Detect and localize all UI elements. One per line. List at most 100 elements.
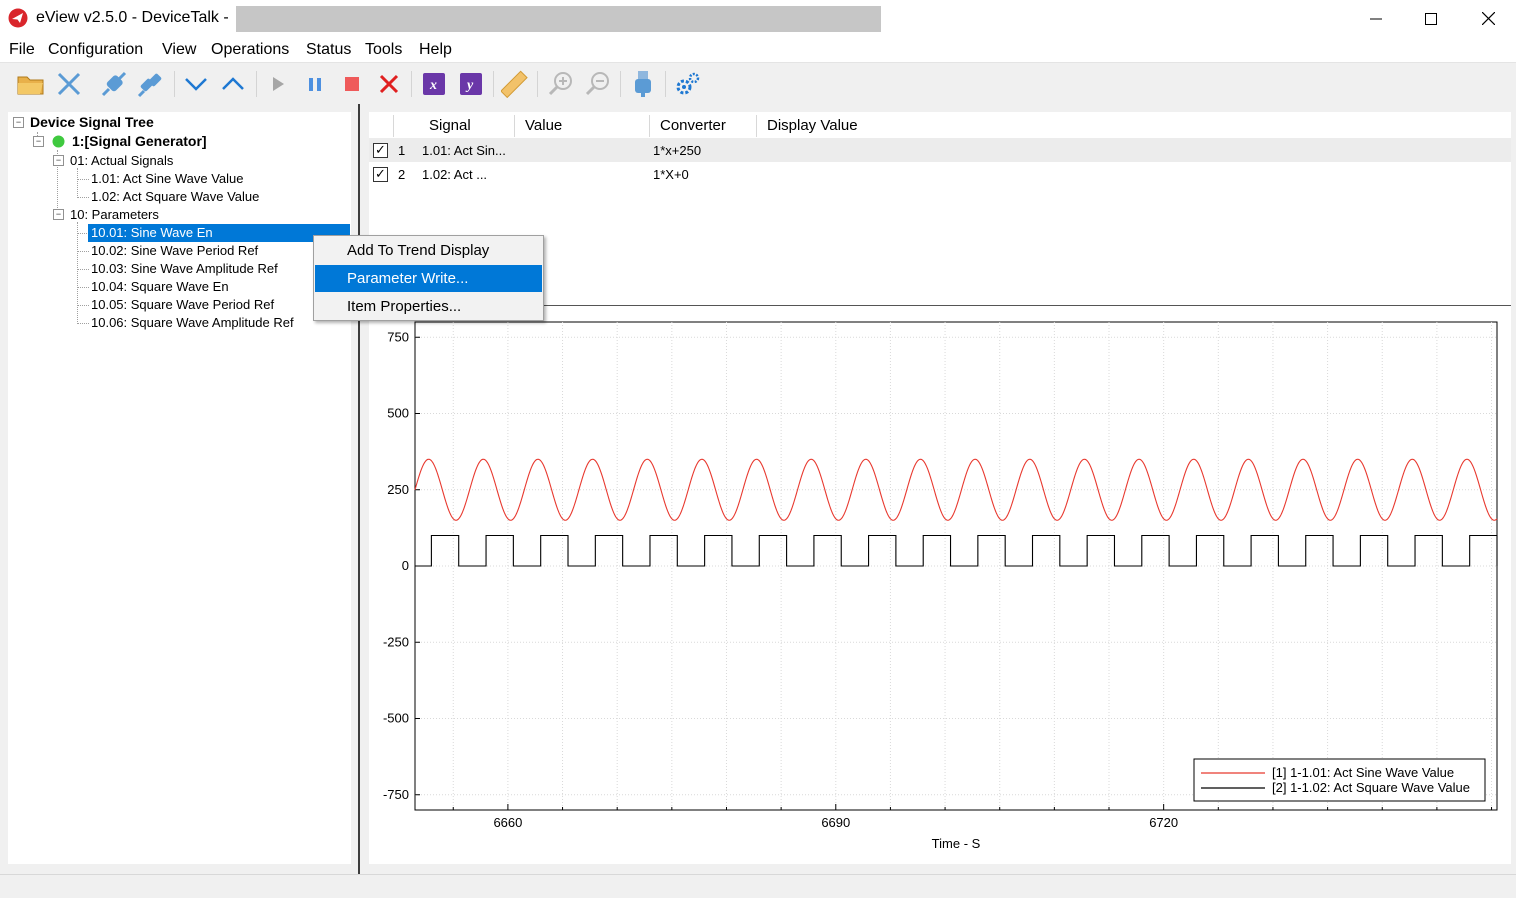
tree-group-parameters[interactable]: 10: Parameters: [70, 207, 159, 222]
x-tick-label: 6660: [493, 815, 522, 830]
row-checkbox[interactable]: ✓: [373, 143, 388, 158]
tree-guide: [77, 305, 89, 306]
table-row[interactable]: ✓ 1 1.01: Act Sin... 1*x+250: [369, 138, 1511, 162]
maximize-button[interactable]: [1403, 0, 1459, 37]
zoom-out-icon: [585, 72, 609, 96]
menu-view[interactable]: View: [162, 41, 196, 59]
legend-entry: [2] 1-1.02: Act Square Wave Value: [1272, 780, 1470, 795]
close-button[interactable]: [1460, 0, 1516, 37]
tree-device-label[interactable]: 1:[Signal Generator]: [72, 133, 207, 149]
tree-item-10-04[interactable]: 10.04: Square Wave En: [91, 279, 229, 294]
disconnect-button[interactable]: [54, 69, 84, 99]
column-display-value[interactable]: Display Value: [767, 115, 858, 137]
column-value[interactable]: Value: [525, 115, 562, 137]
play-icon: [273, 77, 284, 91]
stop-button[interactable]: [337, 69, 367, 99]
pause-button[interactable]: [300, 69, 330, 99]
zoom-in-button[interactable]: [546, 69, 576, 99]
settings-button[interactable]: [673, 69, 703, 99]
x-axis-button[interactable]: x: [419, 69, 449, 99]
toolbar-separator: [620, 71, 621, 97]
menu-bar: File Configuration View Operations Statu…: [0, 37, 1516, 63]
ruler-button[interactable]: [500, 69, 530, 99]
menu-tools[interactable]: Tools: [365, 41, 402, 59]
tree-item-10-03[interactable]: 10.03: Sine Wave Amplitude Ref: [91, 261, 278, 276]
usb-button[interactable]: [628, 69, 658, 99]
row-signal: 1.02: Act ...: [422, 167, 488, 182]
menu-item-properties[interactable]: Item Properties...: [315, 293, 542, 320]
tree-item-10-02[interactable]: 10.02: Sine Wave Period Ref: [91, 243, 258, 258]
tree-expander[interactable]: −: [33, 136, 44, 147]
panel-splitter[interactable]: [358, 104, 360, 874]
tree-item-10-01[interactable]: 10.01: Sine Wave En: [88, 224, 350, 242]
y-tick-label: 0: [402, 558, 409, 573]
tree-expander[interactable]: −: [13, 117, 24, 128]
y-axis: 750 500 250 0 -250 -500 -750: [383, 329, 420, 802]
trend-panel: Signal Value Converter Display Value ✓ 1…: [369, 112, 1511, 864]
svg-text:x: x: [429, 78, 437, 93]
tree-guide: [77, 197, 89, 198]
minimize-icon: [1370, 18, 1382, 19]
pause-icon: [309, 78, 321, 91]
trend-chart[interactable]: 750 500 250 0 -250 -500 -750 6660 6690 6720 Time…: [369, 307, 1511, 862]
tree-item-10-05[interactable]: 10.05: Square Wave Period Ref: [91, 297, 274, 312]
table-row[interactable]: ✓ 2 1.02: Act ... 1*X+0: [369, 162, 1511, 186]
tree-guide: [77, 179, 89, 180]
y-tick-label: 250: [387, 482, 409, 497]
toolbar-separator: [174, 71, 175, 97]
menu-parameter-write[interactable]: Parameter Write...: [315, 265, 542, 292]
menu-status[interactable]: Status: [306, 41, 351, 59]
open-button[interactable]: [16, 69, 46, 99]
y-tick-label: -750: [383, 787, 409, 802]
column-converter[interactable]: Converter: [660, 115, 726, 137]
zoom-in-icon: [548, 72, 572, 96]
y-tick-label: 500: [387, 406, 409, 421]
menu-configuration[interactable]: Configuration: [48, 41, 143, 59]
menu-file[interactable]: File: [9, 41, 35, 59]
tree-guide: [77, 222, 78, 324]
y-axis-button[interactable]: y: [456, 69, 486, 99]
y-tick-label: 750: [387, 329, 409, 344]
plug-button[interactable]: [136, 69, 166, 99]
play-button[interactable]: [263, 69, 293, 99]
move-up-button[interactable]: [218, 69, 248, 99]
status-bar: [0, 874, 1516, 898]
delete-button[interactable]: [374, 69, 404, 99]
connect-button[interactable]: [99, 69, 129, 99]
table-header: Signal Value Converter Display Value: [369, 112, 1511, 139]
arrow-down-icon: [185, 78, 207, 91]
ruler-icon: [501, 70, 528, 98]
toolbar-separator: [537, 71, 538, 97]
tree-item-1-02[interactable]: 1.02: Act Square Wave Value: [91, 189, 259, 204]
tree-item-10-06[interactable]: 10.06: Square Wave Amplitude Ref: [91, 315, 294, 330]
toolbar: x y: [0, 63, 1516, 103]
move-down-button[interactable]: [181, 69, 211, 99]
x-axis-icon: x: [423, 73, 445, 95]
device-signal-tree: − Device Signal Tree − 1:[Signal Generat…: [8, 112, 351, 864]
tree-guide: [77, 251, 89, 252]
tree-item-1-01[interactable]: 1.01: Act Sine Wave Value: [91, 171, 243, 186]
disconnect-icon: [57, 72, 81, 96]
device-status-icon: [52, 135, 65, 148]
close-icon: [1481, 12, 1495, 25]
settings-icon: [676, 72, 700, 95]
minimize-button[interactable]: [1348, 0, 1404, 37]
menu-help[interactable]: Help: [419, 41, 452, 59]
toolbar-separator: [256, 71, 257, 97]
tree-expander[interactable]: −: [53, 155, 64, 166]
column-signal[interactable]: Signal: [429, 115, 471, 137]
menu-operations[interactable]: Operations: [211, 41, 289, 59]
y-tick-label: -500: [383, 711, 409, 726]
title-bar: eView v2.5.0 - DeviceTalk -: [0, 0, 1516, 37]
zoom-out-button[interactable]: [583, 69, 613, 99]
tree-guide: [77, 323, 89, 324]
x-axis-label: Time - S: [932, 836, 981, 851]
app-logo-icon: [8, 8, 28, 28]
tree-expander[interactable]: −: [53, 209, 64, 220]
row-checkbox[interactable]: ✓: [373, 167, 388, 182]
menu-add-to-trend-display[interactable]: Add To Trend Display: [315, 237, 542, 264]
x-tick-label: 6690: [821, 815, 850, 830]
redacted-area: [236, 6, 881, 32]
y-tick-label: -250: [383, 634, 409, 649]
tree-group-actual-signals[interactable]: 01: Actual Signals: [70, 153, 173, 168]
